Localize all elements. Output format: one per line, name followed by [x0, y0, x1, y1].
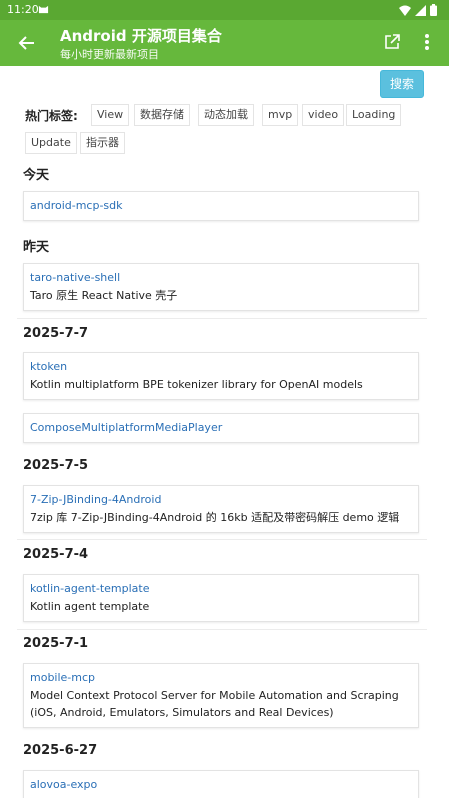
tag-video[interactable]: video — [302, 104, 345, 126]
tag-update[interactable]: Update — [25, 132, 77, 154]
project-card[interactable]: mobile-mcp Model Context Protocol Server… — [23, 663, 419, 728]
project-card[interactable]: alovoa-expo — [23, 770, 419, 798]
hot-tags-label: 热门标签: — [25, 109, 78, 123]
status-time: 11:20 — [7, 3, 39, 16]
project-name[interactable]: mobile-mcp — [30, 670, 412, 686]
project-card[interactable]: taro-native-shell Taro 原生 React Native 壳… — [23, 263, 419, 311]
project-description: Kotlin multiplatform BPE tokenizer libra… — [30, 378, 363, 391]
date-header: 2025-7-4 — [23, 547, 89, 562]
tag-mvp[interactable]: mvp — [262, 104, 299, 126]
date-header: 今天 — [23, 168, 50, 183]
project-card[interactable]: android-mcp-sdk — [23, 191, 419, 221]
date-header: 2025-7-7 — [23, 326, 89, 341]
tag-view[interactable]: View — [91, 104, 130, 126]
date-header: 2025-7-1 — [23, 636, 89, 651]
project-name[interactable]: 7-Zip-JBinding-4Android — [30, 492, 412, 508]
signal-icon — [415, 4, 426, 16]
open-external-icon[interactable] — [383, 33, 401, 51]
project-description: Taro 原生 React Native 壳子 — [30, 289, 178, 302]
system-icons — [399, 4, 437, 16]
date-header: 2025-7-5 — [23, 458, 89, 473]
notification-cat-icon — [38, 5, 49, 14]
tag-data-storage[interactable]: 数据存储 — [134, 104, 190, 126]
project-card[interactable]: ComposeMultiplatformMediaPlayer — [23, 413, 419, 443]
page-title: Android 开源项目集合 — [60, 27, 222, 45]
project-name[interactable]: android-mcp-sdk — [30, 198, 412, 214]
project-card[interactable]: ktoken Kotlin multiplatform BPE tokenize… — [23, 352, 419, 400]
divider — [17, 318, 427, 319]
date-header: 昨天 — [23, 240, 50, 255]
tag-indicator[interactable]: 指示器 — [80, 132, 125, 154]
date-header: 2025-6-27 — [23, 743, 98, 758]
app-bar: Android 开源项目集合 每小时更新最新项目 — [0, 20, 449, 66]
project-name[interactable]: kotlin-agent-template — [30, 581, 412, 597]
project-name[interactable]: ktoken — [30, 359, 412, 375]
project-card[interactable]: kotlin-agent-template Kotlin agent templ… — [23, 574, 419, 622]
project-description: Model Context Protocol Server for Mobile… — [30, 689, 399, 719]
project-name[interactable]: ComposeMultiplatformMediaPlayer — [30, 420, 412, 436]
search-button[interactable]: 搜索 — [380, 70, 424, 98]
content-area: 搜索 热门标签: View 数据存储 动态加载 mvp video Loadin… — [0, 66, 449, 798]
project-description: Kotlin agent template — [30, 600, 150, 613]
status-bar: 11:20 — [0, 0, 449, 20]
wifi-icon — [399, 5, 411, 16]
back-arrow-icon[interactable] — [17, 33, 37, 53]
divider — [17, 629, 427, 630]
project-card[interactable]: 7-Zip-JBinding-4Android 7zip 库 7-Zip-JBi… — [23, 485, 419, 533]
project-name[interactable]: alovoa-expo — [30, 777, 412, 793]
page-subtitle: 每小时更新最新项目 — [60, 48, 159, 61]
project-name[interactable]: taro-native-shell — [30, 270, 412, 286]
tag-loading[interactable]: Loading — [346, 104, 402, 126]
divider — [17, 539, 427, 540]
tag-dynamic-loading[interactable]: 动态加载 — [198, 104, 254, 126]
project-description: 7zip 库 7-Zip-JBinding-4Android 的 16kb 适配… — [30, 511, 400, 524]
more-options-icon[interactable] — [418, 32, 436, 52]
battery-icon — [430, 4, 437, 16]
